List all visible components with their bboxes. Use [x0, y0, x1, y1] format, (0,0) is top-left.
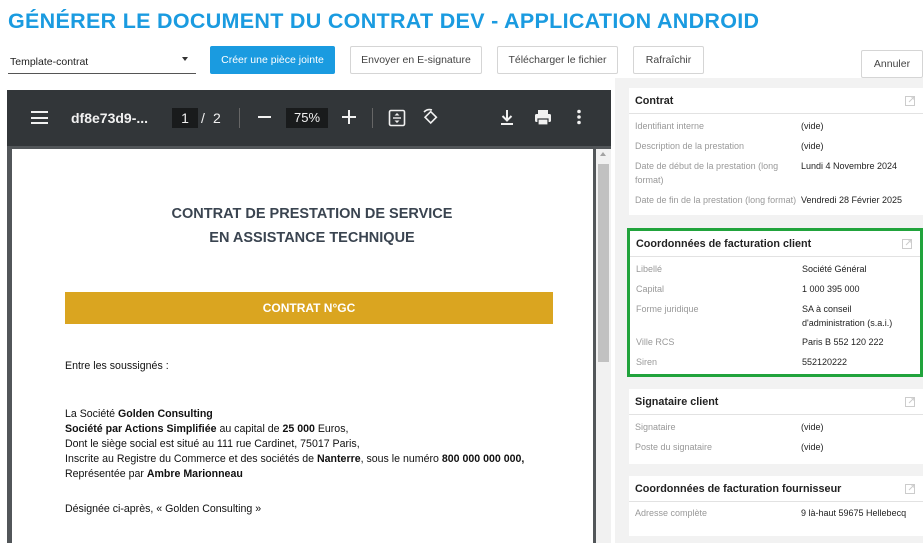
create-attachment-button[interactable]: Créer une pièce jointe: [210, 46, 335, 74]
field-label: Ville RCS: [636, 337, 675, 347]
field-value: (vide): [801, 422, 824, 432]
chevron-down-icon: [182, 57, 188, 61]
card-title: Coordonnées de facturation client: [630, 231, 920, 257]
contract-card: Contrat Identifiant interne (vide) Descr…: [629, 88, 923, 215]
contract-title-line-2: EN ASSISTANCE TECHNIQUE: [209, 230, 415, 246]
pdf-toolbar: df8e73d9-... 1 / 2 75%: [7, 90, 611, 146]
scrollbar-thumb[interactable]: [598, 164, 609, 362]
card-title: Signataire client: [629, 389, 923, 415]
field-label: Libellé: [636, 264, 663, 274]
field-value: Vendredi 28 Février 2025: [801, 195, 903, 205]
zoom-input[interactable]: 75%: [286, 108, 328, 128]
field-label: Capital: [636, 284, 665, 294]
toolbar-divider: [372, 108, 373, 128]
page-total: 2: [213, 110, 221, 126]
pdf-scrollbar[interactable]: [596, 149, 611, 543]
parties-intro: Entre les soussignés :: [65, 360, 169, 372]
field-label: format): [635, 175, 664, 185]
page-number-input[interactable]: 1: [172, 108, 198, 128]
zoom-out-icon[interactable]: [258, 116, 271, 118]
page-title: GÉNÉRER LE DOCUMENT DU CONTRAT DEV - APP…: [8, 9, 760, 33]
field-label: Siren: [636, 357, 658, 367]
template-select[interactable]: Template-contrat: [8, 48, 196, 74]
field-label: Date de début de la prestation (long: [635, 161, 779, 171]
send-esignature-button[interactable]: Envoyer en E-signature: [350, 46, 482, 74]
field-value: 552120222: [802, 357, 848, 367]
designation-line: Désignée ci-après, « Golden Consulting »: [65, 503, 262, 515]
rotate-icon[interactable]: [420, 108, 440, 128]
card-title: Coordonnées de facturation fournisseur: [629, 476, 923, 502]
capital-line: Société par Actions Simplifiée au capita…: [65, 423, 349, 435]
download-icon[interactable]: [499, 109, 515, 126]
field-value: (vide): [801, 121, 824, 131]
field-value: SA à conseil: [802, 304, 852, 314]
refresh-button[interactable]: Rafraîchir: [633, 46, 704, 74]
company-line: La Société Golden Consulting: [65, 408, 213, 420]
registry-line: Inscrite au Registre du Commerce et des …: [65, 453, 525, 465]
open-external-icon[interactable]: [905, 397, 915, 407]
template-select-value: Template-contrat: [10, 56, 89, 68]
field-value: (vide): [801, 442, 824, 452]
card-title: Contrat: [629, 88, 923, 114]
pdf-viewer: df8e73d9-... 1 / 2 75% CONTRAT DE PRESTA…: [7, 90, 611, 543]
more-options-icon[interactable]: [577, 109, 581, 125]
client-signatory-card: Signataire client Signataire (vide) Post…: [629, 389, 923, 464]
page: GÉNÉRER LE DOCUMENT DU CONTRAT DEV - APP…: [0, 0, 923, 543]
field-label: Forme juridique: [636, 304, 699, 314]
seat-line: Dont le siège social est situé au 111 ru…: [65, 438, 360, 450]
pdf-document-name: df8e73d9-...: [71, 110, 149, 126]
field-value: 9 là-haut 59675 Hellebecq: [801, 508, 907, 518]
field-value: Société Général: [802, 264, 867, 274]
open-external-icon[interactable]: [902, 239, 912, 249]
contract-title-line-1: CONTRAT DE PRESTATION DE SERVICE: [171, 206, 453, 222]
field-label: Poste du signataire: [635, 442, 713, 452]
details-panel: Contrat Identifiant interne (vide) Descr…: [615, 78, 923, 543]
field-label: Description de la prestation: [635, 141, 745, 151]
field-value: Paris B 552 120 222: [802, 337, 884, 347]
supplier-billing-card: Coordonnées de facturation fournisseur A…: [629, 476, 923, 536]
open-external-icon[interactable]: [905, 484, 915, 494]
field-label: Identifiant interne: [635, 121, 705, 131]
field-label: Date de fin de la prestation (long forma…: [635, 195, 797, 205]
print-icon[interactable]: [534, 109, 552, 126]
client-billing-card: Coordonnées de facturation client Libell…: [627, 228, 923, 377]
menu-icon[interactable]: [31, 111, 48, 124]
cancel-button[interactable]: Annuler: [861, 50, 923, 78]
field-label: Signataire: [635, 422, 676, 432]
field-value: 1 000 395 000: [802, 284, 860, 294]
representative-line: Représentée par Ambre Marionneau: [65, 468, 243, 480]
field-label: Adresse complète: [635, 508, 708, 518]
contract-number-banner: CONTRAT N°GC: [65, 292, 553, 324]
zoom-in-icon[interactable]: [342, 110, 356, 124]
field-value: d'administration (s.a.i.): [802, 318, 893, 328]
open-external-icon[interactable]: [905, 96, 915, 106]
scroll-up-icon[interactable]: [600, 152, 606, 156]
toolbar-divider: [239, 108, 240, 128]
fit-page-icon[interactable]: [388, 109, 406, 127]
field-value: Lundi 4 Novembre 2024: [801, 161, 898, 171]
download-file-button[interactable]: Télécharger le fichier: [497, 46, 618, 74]
pdf-page: CONTRAT DE PRESTATION DE SERVICE EN ASSI…: [12, 149, 593, 543]
page-separator: /: [201, 110, 205, 126]
field-value: (vide): [801, 141, 824, 151]
